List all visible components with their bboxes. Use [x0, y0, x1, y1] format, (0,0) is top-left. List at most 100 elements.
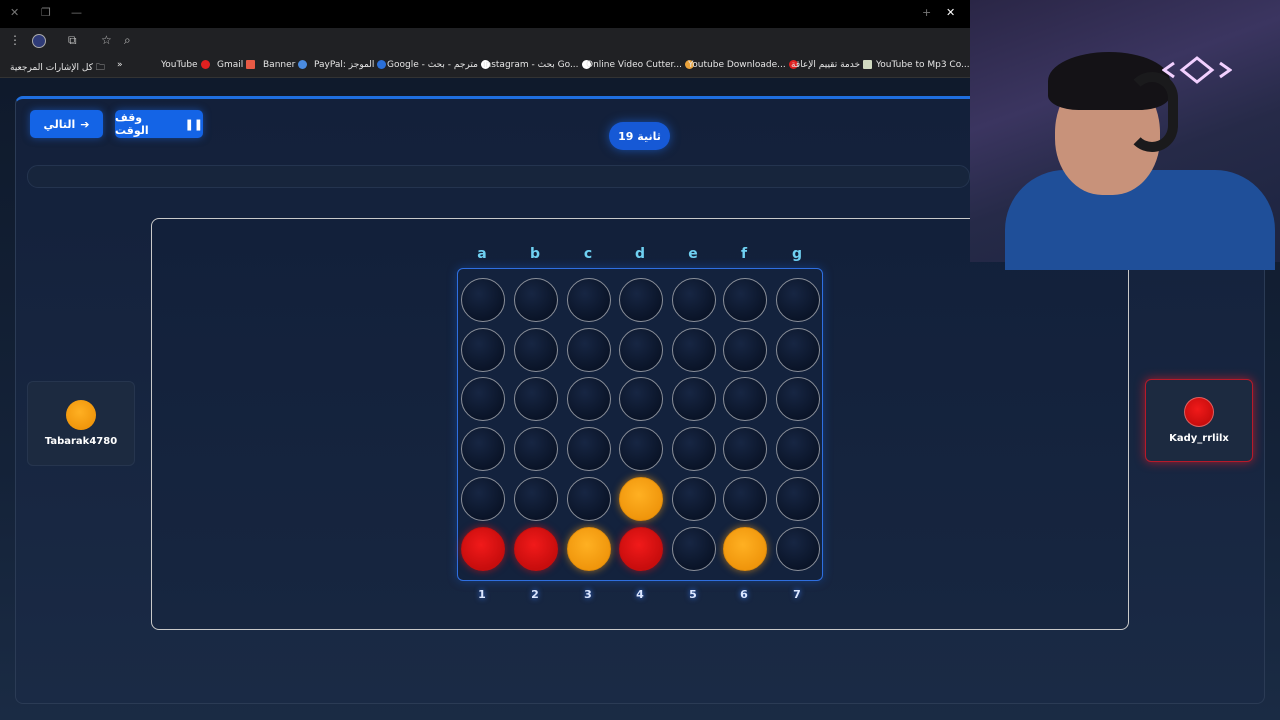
board-cell-e6[interactable]: [672, 278, 716, 322]
board-cell-a2[interactable]: [461, 477, 505, 521]
board-cell-g4[interactable]: [776, 377, 820, 421]
board-cell-f2[interactable]: [723, 477, 767, 521]
column-number-5[interactable]: 5: [684, 588, 702, 601]
menu-icon[interactable]: ⋮: [9, 33, 21, 47]
board-cell-b2[interactable]: [514, 477, 558, 521]
board-cell-c5[interactable]: [567, 328, 611, 372]
board-cell-g5[interactable]: [776, 328, 820, 372]
paypal-icon: [377, 60, 387, 69]
profile-avatar[interactable]: [32, 34, 46, 48]
board-cell-b3[interactable]: [514, 427, 558, 471]
board-cell-c4[interactable]: [567, 377, 611, 421]
bookmark-youtube-downloader[interactable]: Youtube Downloade...: [688, 60, 801, 70]
board-cell-d6[interactable]: [619, 278, 663, 322]
bookmark-gmail[interactable]: Gmail: [217, 60, 258, 70]
board-cell-c3[interactable]: [567, 427, 611, 471]
bookmark-instagram[interactable]: instagram - بحث Go...: [483, 60, 594, 70]
extensions-icon[interactable]: ⧉: [68, 33, 77, 48]
bookmark-paypal[interactable]: PayPal: الموجز: [314, 60, 389, 70]
webcam-person-body: [1005, 170, 1275, 270]
pause-timer-button[interactable]: وقف الوقت ❚❚: [115, 110, 203, 138]
column-number-3[interactable]: 3: [579, 588, 597, 601]
board-cell-f4[interactable]: [723, 377, 767, 421]
search-icon[interactable]: ⌕: [124, 33, 131, 48]
column-letter-b: b: [529, 246, 541, 262]
arrow-right-icon: ➔: [80, 117, 90, 131]
restore-icon[interactable]: ❐: [41, 6, 51, 19]
player-token-yellow: [66, 400, 96, 430]
bookmarks-bar: كل الإشارات المرجعية 🗀 » YouTube Gmail B…: [0, 55, 982, 78]
board-cell-a5[interactable]: [461, 328, 505, 372]
timer-text: 19 ثانية: [618, 129, 661, 143]
player-card-right-active: Kady_rrlilx: [1145, 379, 1253, 462]
board-cell-a4[interactable]: [461, 377, 505, 421]
board-cell-b5[interactable]: [514, 328, 558, 372]
gmail-icon: [246, 60, 256, 69]
bookmark-youtube[interactable]: YouTube: [161, 60, 213, 70]
board-cell-c6[interactable]: [567, 278, 611, 322]
bookmark-banner[interactable]: Banner: [263, 60, 310, 70]
minimize-icon[interactable]: —: [71, 6, 82, 19]
pause-icon: ❚❚: [184, 117, 203, 131]
board-cell-d1-red-piece[interactable]: [619, 527, 663, 571]
player-name-right: Kady_rrlilx: [1169, 433, 1229, 444]
site-icon: [863, 60, 873, 69]
board-cell-f1-yellow-piece[interactable]: [723, 527, 767, 571]
player-token-red: [1184, 397, 1214, 427]
board-cell-e4[interactable]: [672, 377, 716, 421]
column-number-4[interactable]: 4: [631, 588, 649, 601]
board-cell-a1-red-piece[interactable]: [461, 527, 505, 571]
board-cell-e2[interactable]: [672, 477, 716, 521]
board-cell-g2[interactable]: [776, 477, 820, 521]
bookmark-all[interactable]: كل الإشارات المرجعية 🗀: [10, 60, 105, 76]
column-letter-f: f: [740, 246, 748, 262]
board-cell-f3[interactable]: [723, 427, 767, 471]
player-name-left: Tabarak4780: [44, 436, 118, 447]
bookmark-google-translate[interactable]: Google - مترجم - بحث: [387, 60, 493, 70]
board-cell-f5[interactable]: [723, 328, 767, 372]
board-cell-g1[interactable]: [776, 527, 820, 571]
board-cell-g6[interactable]: [776, 278, 820, 322]
bookmark-disability[interactable]: خدمة تقييم الإعاقة: [791, 60, 875, 70]
timer-badge: 19 ثانية: [609, 122, 670, 150]
board-cell-e1[interactable]: [672, 527, 716, 571]
chevron-more-icon[interactable]: »: [117, 60, 123, 70]
board-cell-a3[interactable]: [461, 427, 505, 471]
pause-label: وقف الوقت: [115, 111, 149, 137]
board-cell-d5[interactable]: [619, 328, 663, 372]
board-cell-b1-red-piece[interactable]: [514, 527, 558, 571]
column-number-7[interactable]: 7: [788, 588, 806, 601]
board-cell-b6[interactable]: [514, 278, 558, 322]
next-button[interactable]: التالي ➔: [30, 110, 103, 138]
board-cell-e3[interactable]: [672, 427, 716, 471]
bookmark-yt-mp3[interactable]: YouTube to Mp3 Co...: [876, 60, 985, 70]
column-number-6[interactable]: 6: [735, 588, 753, 601]
board-cell-a6[interactable]: [461, 278, 505, 322]
youtube-icon: [200, 60, 210, 69]
new-tab-icon[interactable]: +: [922, 6, 931, 19]
board-cell-d4[interactable]: [619, 377, 663, 421]
game-board: [457, 268, 823, 581]
star-icon[interactable]: ☆: [101, 33, 112, 47]
board-cell-d3[interactable]: [619, 427, 663, 471]
bookmark-video-cutter[interactable]: Online Video Cutter...: [586, 60, 697, 70]
column-letter-e: e: [688, 246, 698, 262]
board-cell-c2[interactable]: [567, 477, 611, 521]
close-icon[interactable]: ✕: [946, 6, 955, 19]
next-label: التالي: [43, 117, 76, 131]
board-cell-d2-yellow-piece[interactable]: [619, 477, 663, 521]
board-cell-f6[interactable]: [723, 278, 767, 322]
browser-toolbar: ⋮ ⧉ ☆ ⌕: [0, 28, 970, 55]
column-number-2[interactable]: 2: [526, 588, 544, 601]
close-tab-icon[interactable]: ✕: [10, 6, 19, 19]
column-letter-c: c: [583, 246, 593, 262]
folder-icon: 🗀: [95, 63, 105, 73]
banner-icon: [298, 60, 308, 69]
column-letter-a: a: [477, 246, 487, 262]
board-cell-g3[interactable]: [776, 427, 820, 471]
board-cell-e5[interactable]: [672, 328, 716, 372]
board-cell-b4[interactable]: [514, 377, 558, 421]
neon-logo-icon: [1162, 56, 1232, 84]
board-cell-c1-yellow-piece[interactable]: [567, 527, 611, 571]
column-number-1[interactable]: 1: [473, 588, 491, 601]
